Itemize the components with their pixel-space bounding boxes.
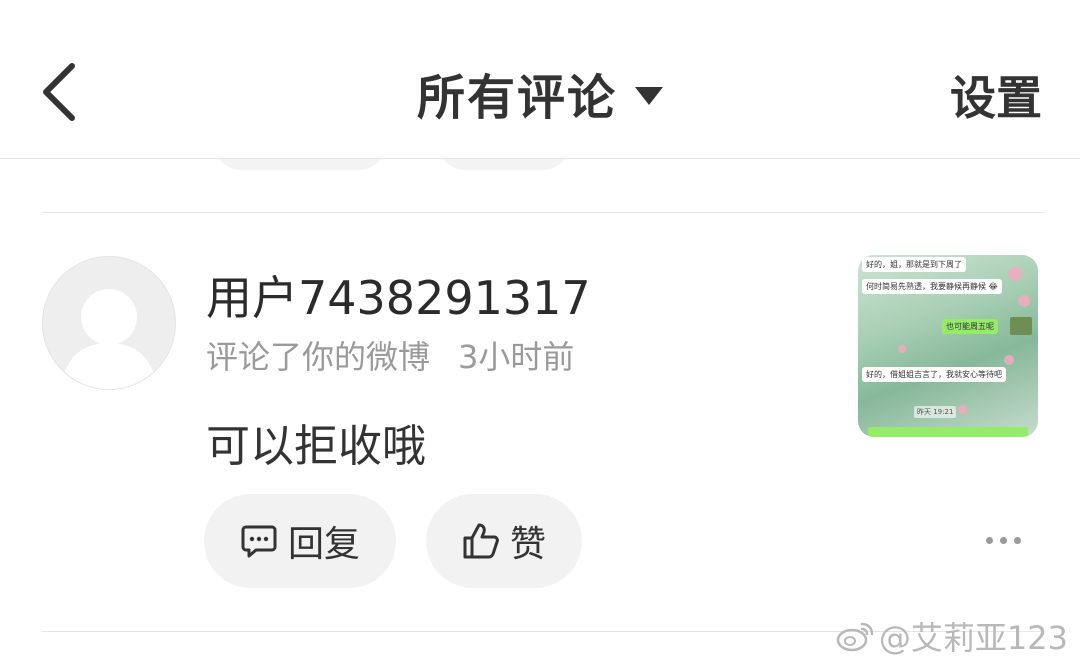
chat-bubble: 好的，姐，那就是到下周了	[862, 257, 966, 272]
blossom-decoration	[958, 405, 967, 414]
watermark-text: @艾莉亚123	[878, 619, 1068, 657]
more-dot	[999, 536, 1007, 544]
username[interactable]: 用户7438291317	[206, 262, 591, 328]
mini-avatar	[1010, 317, 1032, 335]
comment-meta: 评论了你的微博 3小时前	[206, 332, 574, 378]
blossom-decoration	[1004, 355, 1014, 365]
reply-label: 回复	[287, 524, 360, 565]
page-title: 所有评论	[416, 70, 617, 126]
chat-timestamp: 昨天 19:21	[914, 406, 957, 418]
more-dot	[1013, 536, 1021, 544]
chat-bubble: 也可能周五呢	[942, 319, 998, 334]
blossom-decoration	[1018, 295, 1030, 307]
like-label: 赞	[509, 524, 546, 565]
chat-bubble: 好的，借姐姐吉言了，我就安心等待吧	[862, 367, 1006, 382]
default-avatar-icon	[43, 257, 175, 389]
chat-bubble: 何时简易先熟透，我要静候再静候 😂	[862, 279, 1002, 294]
avatar[interactable]	[42, 256, 176, 390]
comment-time: 3小时前	[458, 338, 575, 376]
reply-button[interactable]: 回复	[204, 494, 396, 588]
more-options-button[interactable]	[978, 530, 1028, 550]
comment-filter-dropdown[interactable]: 所有评论	[0, 58, 1080, 128]
chat-bubble-partial	[868, 427, 1028, 437]
top-nav-bar: 所有评论 设置	[0, 0, 1080, 159]
like-button[interactable]: 赞	[426, 494, 582, 588]
comment-text: 可以拒收哦	[206, 421, 426, 472]
divider	[42, 212, 1044, 213]
more-dot	[985, 536, 993, 544]
settings-button[interactable]: 设置	[950, 62, 1042, 128]
blossom-decoration	[898, 345, 906, 353]
blossom-decoration	[1008, 267, 1022, 281]
comment-icon	[241, 525, 277, 558]
thumbs-up-icon	[463, 523, 499, 559]
weibo-thumbnail[interactable]: 好的，姐，那就是到下周了 何时简易先熟透，我要静候再静候 😂 也可能周五呢 好的…	[858, 255, 1038, 437]
caret-down-icon	[635, 87, 663, 105]
weibo-logo-icon	[836, 622, 874, 652]
watermark: @艾莉亚123	[835, 613, 1068, 659]
comment-action: 评论了你的微博	[206, 338, 431, 376]
